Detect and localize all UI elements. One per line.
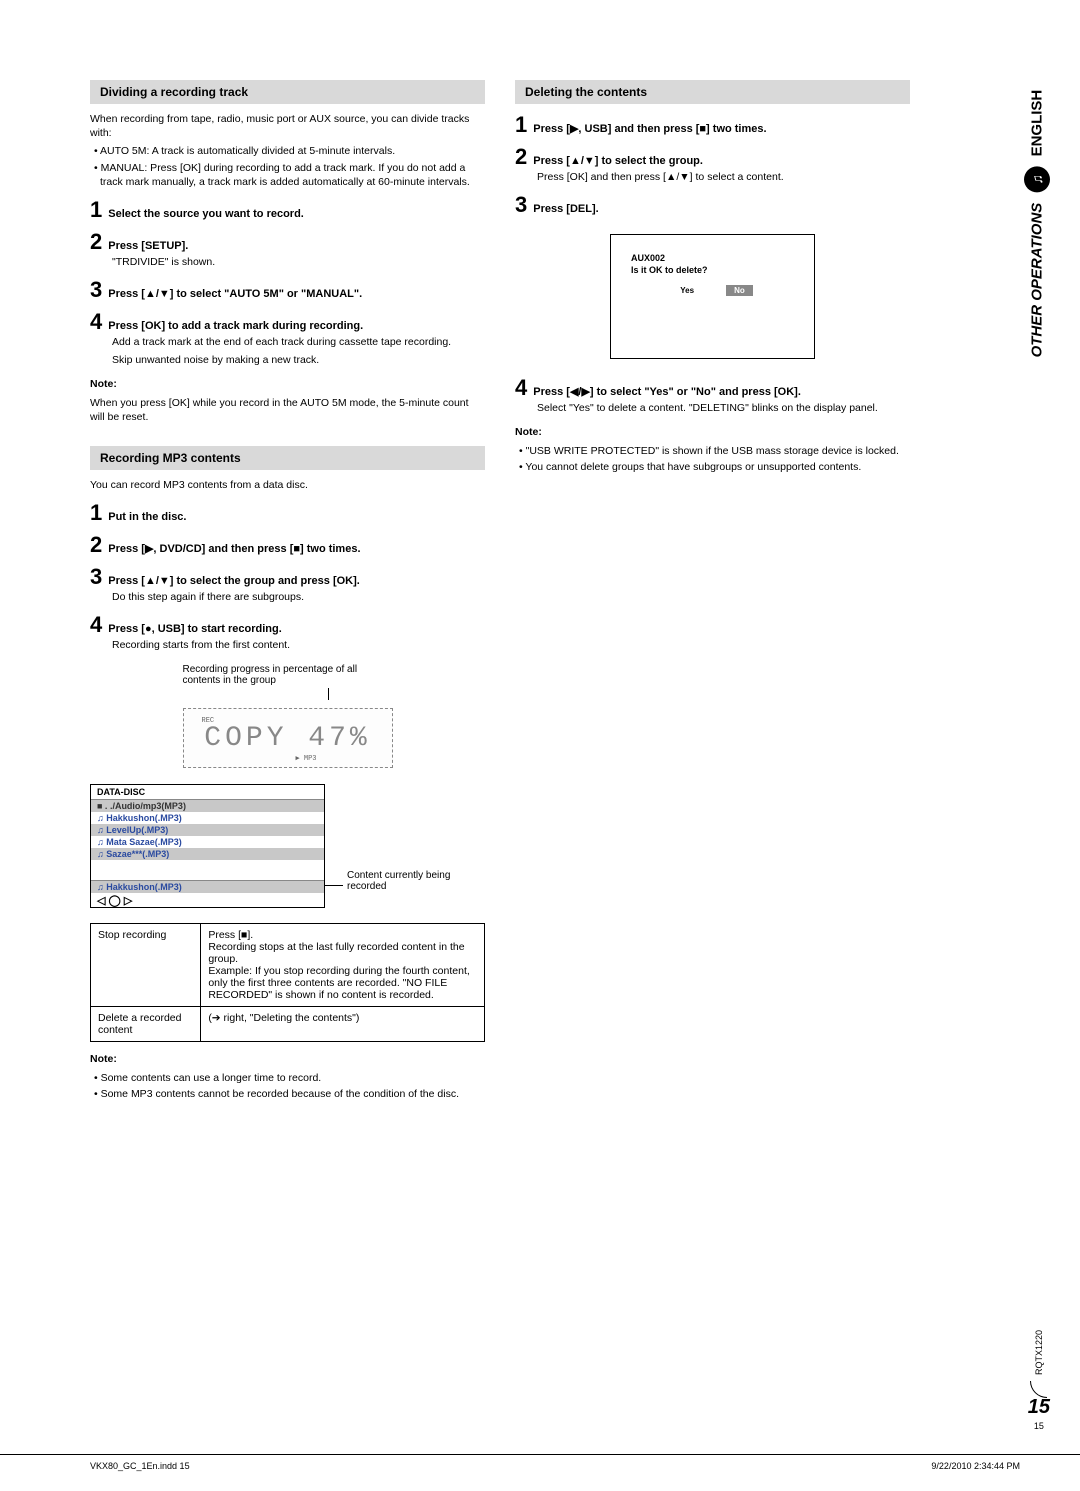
deleting-step-4: 4 Press [◀/▶] to select "Yes" or "No" an… xyxy=(515,377,910,399)
deleting-step-1: 1 Press [▶, USB] and then press [■] two … xyxy=(515,114,910,136)
mp3-note-2: • Some MP3 contents cannot be recorded b… xyxy=(90,1087,485,1101)
mp3-step-4: 4 Press [●, USB] to start recording. xyxy=(90,614,485,636)
display-panel: REC COPY 47% ▶ MP3 xyxy=(183,708,393,768)
step-number: 2 xyxy=(90,534,102,556)
dividing-step-3: 3 Press [▲/▼] to select "AUTO 5M" or "MA… xyxy=(90,279,485,301)
section-header-dividing: Dividing a recording track xyxy=(90,80,485,104)
data-disc-list: DATA-DISC ■ . ./Audio/mp3(MP3) ♫ Hakkush… xyxy=(90,784,325,908)
dividing-intro: When recording from tape, radio, music p… xyxy=(90,112,485,140)
footer-filename: VKX80_GC_1En.indd 15 xyxy=(90,1461,190,1471)
mp3-note-label: Note: xyxy=(90,1052,485,1066)
mp3-intro: You can record MP3 contents from a data … xyxy=(90,478,485,492)
dividing-note-label: Note: xyxy=(90,377,485,391)
deleting-note-1: • "USB WRITE PROTECTED" is shown if the … xyxy=(515,444,910,458)
delete-confirmation-dialog: AUX002 Is it OK to delete? Yes No xyxy=(610,234,815,359)
dialog-title: AUX002 xyxy=(631,253,794,263)
page-number: RQTX1220 15 15 xyxy=(1028,1330,1050,1431)
mp3-indicator: ▶ MP3 xyxy=(295,754,316,763)
mp3-step-3-sub: Do this step again if there are subgroup… xyxy=(112,590,485,604)
data-disc-header: DATA-DISC xyxy=(91,785,324,800)
dividing-bullet-auto5m: • AUTO 5M: A track is automatically divi… xyxy=(90,144,485,158)
step-number: 1 xyxy=(90,199,102,221)
table-cell-desc: Press [■]. Recording stops at the last f… xyxy=(201,924,485,1007)
list-item: ♫ Hakkushon(.MP3) xyxy=(91,812,324,824)
deleting-step-2: 2 Press [▲/▼] to select the group. xyxy=(515,146,910,168)
step-number: 1 xyxy=(515,114,527,136)
dividing-step-2: 2 Press [SETUP]. xyxy=(90,231,485,253)
music-icon: ♫ xyxy=(1024,167,1050,193)
step-number: 4 xyxy=(515,377,527,399)
table-row: Stop recording Press [■]. Recording stop… xyxy=(91,924,485,1007)
dividing-step-4-sub1: Add a track mark at the end of each trac… xyxy=(112,335,485,349)
dialog-yes-button[interactable]: Yes xyxy=(672,285,702,296)
current-recording-annotation: Content currently being recorded xyxy=(325,870,460,908)
caption-pointer-line xyxy=(183,688,393,700)
list-item: ♫ Mata Sazae(.MP3) xyxy=(91,836,324,848)
mp3-note-1: • Some contents can use a longer time to… xyxy=(90,1071,485,1085)
dividing-step-4-sub2: Skip unwanted noise by making a new trac… xyxy=(112,353,485,367)
document-id: RQTX1220 xyxy=(1034,1330,1044,1375)
step-number: 3 xyxy=(90,566,102,588)
step-number: 2 xyxy=(90,231,102,253)
page-number-small: 15 xyxy=(1028,1421,1050,1431)
list-item: ♫ Sazae***(.MP3) xyxy=(91,848,324,860)
step-number: 4 xyxy=(90,614,102,636)
section-header-deleting: Deleting the contents xyxy=(515,80,910,104)
dividing-step-1: 1 Select the source you want to record. xyxy=(90,199,485,221)
mp3-operations-table: Stop recording Press [■]. Recording stop… xyxy=(90,923,485,1042)
side-tab-english: ENGLISH xyxy=(1029,90,1046,157)
dividing-note: When you press [OK] while you record in … xyxy=(90,396,485,424)
page-number-large: 15 xyxy=(1028,1381,1050,1419)
deleting-step-2-sub: Press [OK] and then press [▲/▼] to selec… xyxy=(537,170,910,184)
deleting-note-label: Note: xyxy=(515,425,910,439)
rec-indicator: REC xyxy=(202,717,215,725)
dividing-bullet-manual: • MANUAL: Press [OK] during recording to… xyxy=(90,161,485,189)
mp3-step-3: 3 Press [▲/▼] to select the group and pr… xyxy=(90,566,485,588)
deleting-note-2: • You cannot delete groups that have sub… xyxy=(515,460,910,474)
deleting-step-4-sub: Select "Yes" to delete a content. "DELET… xyxy=(537,401,910,415)
dividing-step-2-sub: "TRDIVIDE" is shown. xyxy=(112,255,485,269)
display-caption: Recording progress in percentage of all … xyxy=(183,664,393,686)
mp3-step-1: 1 Put in the disc. xyxy=(90,502,485,524)
dividing-step-4: 4 Press [OK] to add a track mark during … xyxy=(90,311,485,333)
right-column: Deleting the contents 1 Press [▶, USB] a… xyxy=(515,80,910,1103)
table-row: Delete a recorded content (➔ right, "Del… xyxy=(91,1007,485,1042)
list-item: ♫ LevelUp(.MP3) xyxy=(91,824,324,836)
dialog-question: Is it OK to delete? xyxy=(631,265,794,275)
step-number: 2 xyxy=(515,146,527,168)
section-header-mp3: Recording MP3 contents xyxy=(90,446,485,470)
dialog-no-button[interactable]: No xyxy=(726,285,753,296)
step-number: 3 xyxy=(90,279,102,301)
side-tab: OTHER OPERATIONS ♫ ENGLISH xyxy=(1024,90,1050,357)
mp3-step-2: 2 Press [▶, DVD/CD] and then press [■] t… xyxy=(90,534,485,556)
table-cell-desc: (➔ right, "Deleting the contents") xyxy=(201,1007,485,1042)
table-cell-label: Delete a recorded content xyxy=(91,1007,201,1042)
display-text: COPY 47% xyxy=(204,723,370,754)
step-number: 3 xyxy=(515,194,527,216)
current-recording-item: ♫ Hakkushon(.MP3) xyxy=(91,880,324,893)
side-tab-other-operations: OTHER OPERATIONS xyxy=(1029,203,1046,358)
deleting-step-3: 3 Press [DEL]. xyxy=(515,194,910,216)
mp3-step-4-sub: Recording starts from the first content. xyxy=(112,638,485,652)
table-cell-label: Stop recording xyxy=(91,924,201,1007)
step-number: 1 xyxy=(90,502,102,524)
list-item: ■ . ./Audio/mp3(MP3) xyxy=(91,800,324,812)
nav-control-icon: ◁ ◯ ▷ xyxy=(91,893,324,907)
page-footer: VKX80_GC_1En.indd 15 9/22/2010 2:34:44 P… xyxy=(0,1454,1080,1471)
left-column: Dividing a recording track When recordin… xyxy=(90,80,485,1103)
step-number: 4 xyxy=(90,311,102,333)
footer-timestamp: 9/22/2010 2:34:44 PM xyxy=(931,1461,1020,1471)
